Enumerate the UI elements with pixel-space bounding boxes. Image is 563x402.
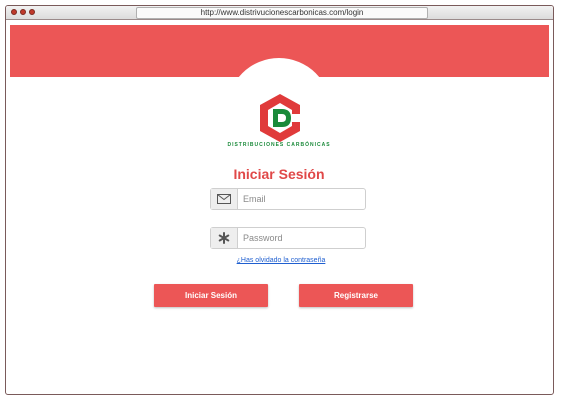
logo-c-shape [260,94,300,142]
browser-titlebar: http://www.distrivucionescarbonicas.com/… [6,6,553,20]
login-button[interactable]: Iniciar Sesión [154,284,268,307]
password-field[interactable] [210,227,366,249]
browser-window: http://www.distrivucionescarbonicas.com/… [5,5,554,395]
envelope-icon [217,194,231,204]
password-input[interactable] [243,230,358,245]
asterisk-icon [218,232,230,244]
password-addon [211,228,238,248]
email-field[interactable] [210,188,366,210]
address-bar[interactable]: http://www.distrivucionescarbonicas.com/… [136,7,428,19]
register-button[interactable]: Registrarse [299,284,413,307]
brand-name: DISTRIBUCIONES CARBÓNICAS [227,142,331,148]
email-input[interactable] [243,191,358,206]
minimize-window-button[interactable] [20,9,26,15]
close-window-button[interactable] [11,9,17,15]
forgot-password-link[interactable]: ¿Has olvidado la contraseña [206,257,356,264]
logo-d-shape [273,109,291,127]
email-addon [211,189,238,209]
maximize-window-button[interactable] [29,9,35,15]
company-logo [260,94,300,142]
login-title: Iniciar Sesión [233,166,325,182]
